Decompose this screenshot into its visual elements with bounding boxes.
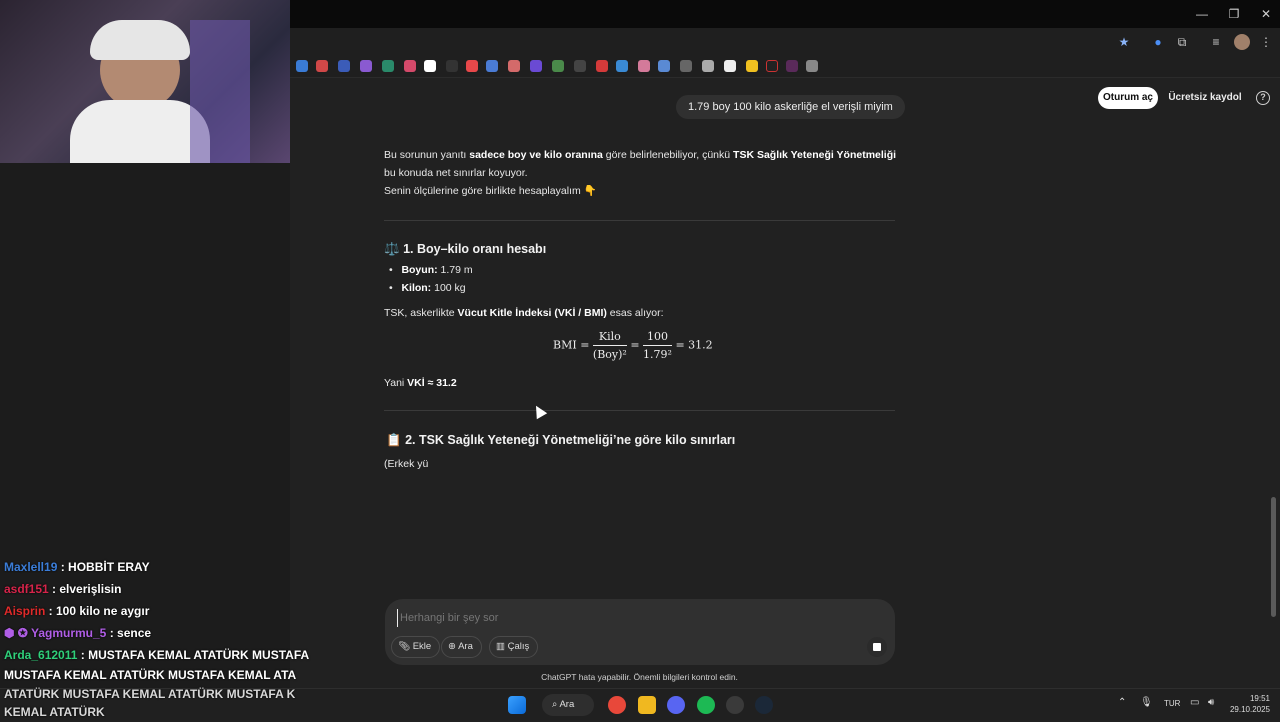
shirt (70, 100, 210, 163)
bookmark-icon[interactable] (746, 60, 758, 72)
language-indicator[interactable]: TUR (1164, 699, 1180, 708)
media-icon[interactable]: ≡ (1208, 34, 1224, 50)
fraction: Kilo (Boy)² (592, 330, 627, 361)
taskbar-search[interactable]: ⌕ Ara (542, 694, 594, 716)
close-icon[interactable]: ✕ (1258, 6, 1274, 22)
stop-generating-button[interactable] (867, 637, 887, 657)
bookmark-icon[interactable] (574, 60, 586, 72)
bookmark-icon[interactable] (296, 60, 308, 72)
formula-lhs: BMI = (553, 338, 590, 352)
bookmark-icon[interactable] (446, 60, 458, 72)
bookmark-icon[interactable] (638, 60, 650, 72)
spotify-icon[interactable] (697, 696, 715, 714)
bookmarks-bar (290, 56, 1280, 78)
message-composer: 📎︎ Ekle ⊕ Ara ▥ Çalış (385, 599, 895, 665)
chat-message-wrap: ATATÜRK MUSTAFA KEMAL ATATÜRK MUSTAFA K (4, 687, 296, 701)
login-button[interactable]: Oturum aç (1098, 87, 1158, 109)
book-icon: ▥ (496, 641, 505, 652)
intro-paragraph: Bu sorunun yanıtı sadece boy ve kilo ora… (384, 149, 897, 197)
bookmark-icon[interactable] (508, 60, 520, 72)
disclaimer: ChatGPT hata yapabilir. Önemli bilgileri… (541, 672, 738, 682)
list-item: • Boyun: 1.79 m (389, 264, 473, 276)
bookmark-icon[interactable] (530, 60, 542, 72)
chat-message: Aisprin : 100 kilo ne aygır (4, 604, 150, 618)
chat-message-wrap: KEMAL ATATÜRK (4, 705, 105, 719)
scrollbar[interactable] (1271, 497, 1276, 617)
bookmark-icon[interactable] (658, 60, 670, 72)
address-bar-row: ★ ● ⧉ ≡ ⋮ (290, 28, 1280, 56)
search-button[interactable]: ⊕ Ara (441, 636, 482, 658)
badge-icon: ⬢ ✪ (4, 626, 31, 640)
bookmark-icon[interactable] (486, 60, 498, 72)
minimize-icon[interactable]: — (1194, 6, 1210, 22)
chat-message: asdf151 : elverişlisin (4, 582, 122, 596)
steam-icon[interactable] (755, 696, 773, 714)
bookmark-icon[interactable] (616, 60, 628, 72)
user-message-bubble: 1.79 boy 100 kilo askerliğe el verişli m… (676, 95, 905, 119)
bookmark-icon[interactable] (424, 60, 436, 72)
divider (384, 410, 895, 411)
chair (190, 20, 250, 163)
bookmark-icon[interactable] (680, 60, 692, 72)
network-icon[interactable]: ▭ (1190, 697, 1199, 708)
headphones (90, 20, 190, 60)
bookmark-icon[interactable] (316, 60, 328, 72)
formula-result: = 31.2 (675, 338, 713, 352)
puzzle-icon[interactable]: ⧉ (1174, 34, 1190, 50)
menu-icon[interactable]: ⋮ (1258, 34, 1274, 50)
bmi-result: Yani VKİ ≈ 31.2 (384, 377, 457, 389)
chrome-icon[interactable] (608, 696, 626, 714)
fraction: 100 1.79² (643, 330, 672, 361)
bookmark-icon[interactable] (786, 60, 798, 72)
help-icon[interactable]: ? (1256, 91, 1270, 105)
chevron-up-icon[interactable]: ⌃ (1118, 697, 1126, 708)
bookmark-icon[interactable] (360, 60, 372, 72)
bookmark-icon[interactable] (766, 60, 778, 72)
bookmark-icon[interactable] (382, 60, 394, 72)
bmi-sentence: TSK, askerlikte Vücut Kitle İndeksi (VKİ… (384, 307, 664, 319)
volume-icon[interactable]: 🔊︎ (1208, 697, 1214, 708)
bookmark-icon[interactable] (338, 60, 350, 72)
study-button[interactable]: ▥ Çalış (489, 636, 539, 658)
divider (384, 220, 895, 221)
browser-title-bar: — ❐ ✕ (290, 0, 1280, 28)
chat-message: Arda_612011 : MUSTAFA KEMAL ATATÜRK MUST… (4, 648, 310, 662)
bmi-formula: BMI = Kilo (Boy)² = 100 1.79² = 31.2 (553, 330, 753, 366)
scale-icon: ⚖️ (384, 242, 400, 256)
profile-avatar[interactable] (1234, 34, 1250, 50)
globe-icon: ⊕ (448, 641, 456, 652)
star-icon[interactable]: ★ (1116, 34, 1132, 50)
bookmark-icon[interactable] (806, 60, 818, 72)
windows-start-icon[interactable] (508, 696, 526, 714)
bookmark-icon[interactable] (552, 60, 564, 72)
paperclip-icon: 📎︎ (398, 641, 411, 652)
search-icon: ⌕ (552, 699, 558, 710)
microphone-icon[interactable]: 🎙︎ (1140, 697, 1153, 708)
clipboard-icon: 📋 (386, 433, 402, 447)
restore-icon[interactable]: ❐ (1226, 6, 1242, 22)
streaming-text: (Erkek yü (384, 458, 429, 470)
discord-icon[interactable] (667, 696, 685, 714)
bookmark-icon[interactable] (724, 60, 736, 72)
bookmark-icon[interactable] (596, 60, 608, 72)
webcam-feed (0, 0, 290, 163)
section-heading: 📋 2. TSK Sağlık Yeteneği Yönetmeliği’ne … (386, 433, 736, 447)
bookmark-icon[interactable] (404, 60, 416, 72)
section-heading: ⚖️ 1. Boy–kilo oranı hesabı (384, 242, 547, 256)
bookmark-icon[interactable] (702, 60, 714, 72)
prompt-input[interactable] (397, 609, 857, 627)
app-icon[interactable] (726, 696, 744, 714)
attach-button[interactable]: 📎︎ Ekle (391, 636, 441, 658)
clock[interactable]: 19:51 29.10.2025 (1226, 693, 1270, 715)
file-explorer-icon[interactable] (638, 696, 656, 714)
chat-message: Maxlell19 : HOBBİT ERAY (4, 560, 150, 574)
chat-message: ⬢ ✪ Yagmurmu_5 : sence (4, 626, 152, 640)
signup-button[interactable]: Ücretsiz kaydol (1166, 87, 1244, 109)
list-item: • Kilon: 100 kg (389, 282, 466, 294)
bookmark-icon[interactable] (466, 60, 478, 72)
extension-icon[interactable]: ● (1150, 34, 1166, 50)
bullet-list: • Boyun: 1.79 m • Kilon: 100 kg (389, 261, 473, 297)
formula-equals: = (630, 338, 640, 352)
chat-message-wrap: MUSTAFA KEMAL ATATÜRK MUSTAFA KEMAL ATA (4, 668, 297, 682)
